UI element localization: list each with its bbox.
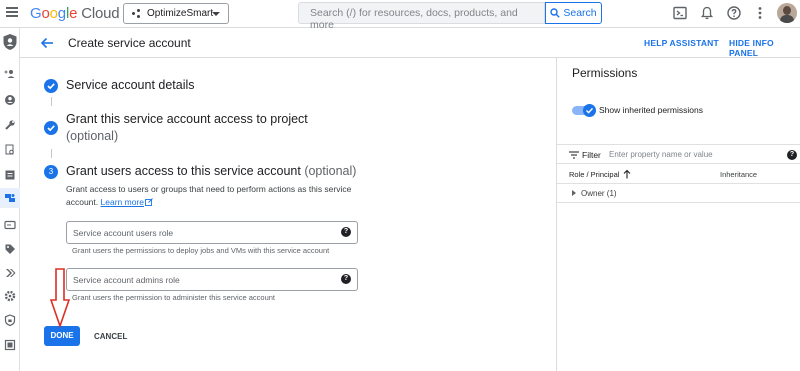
search-button-label: Search <box>563 7 597 19</box>
sidebar-item-service-accounts[interactable] <box>0 188 20 208</box>
users-role-field[interactable]: Service account users role ? <box>66 221 358 244</box>
help-icon[interactable] <box>726 5 742 21</box>
step2-check-icon <box>44 121 58 135</box>
google-cloud-logo[interactable]: Google Cloud <box>30 5 120 22</box>
column-role-principal[interactable]: Role / Principal <box>569 170 619 179</box>
step-connector <box>51 97 52 106</box>
column-inheritance: Inheritance <box>720 170 758 179</box>
filter-input[interactable]: Enter property name or value <box>609 150 713 159</box>
users-role-hint: Grant users the permissions to deploy jo… <box>72 246 330 255</box>
notifications-icon[interactable] <box>699 5 715 21</box>
avatar[interactable] <box>777 3 797 23</box>
cancel-button[interactable]: CANCEL <box>94 332 127 341</box>
table-row[interactable]: Owner (1) <box>557 185 800 203</box>
annotation-arrow-icon <box>50 268 70 328</box>
cloud-shell-icon[interactable] <box>672 5 688 21</box>
menu-icon[interactable] <box>6 7 18 19</box>
shield-icon[interactable] <box>2 33 18 51</box>
page-header: Create service account HELP ASSISTANT HI… <box>20 28 800 58</box>
tag-icon[interactable] <box>4 243 16 255</box>
step3-title: Grant users access to this service accou… <box>66 164 301 178</box>
arrow-up-icon[interactable] <box>623 169 631 179</box>
filter-bar[interactable]: Filter Enter property name or value ? <box>557 144 800 164</box>
service-account-icon <box>5 194 15 202</box>
chevrons-icon[interactable] <box>4 267 16 279</box>
step3-description: Grant access to users or groups that nee… <box>66 183 356 209</box>
open-in-new-icon <box>145 198 153 206</box>
help-icon[interactable]: ? <box>341 227 351 237</box>
search-input[interactable]: Search (/) for resources, docs, products… <box>298 2 545 31</box>
step3-number: 3 <box>44 165 58 179</box>
search-button[interactable]: Search <box>545 2 602 24</box>
arrow-back-icon[interactable] <box>40 37 54 49</box>
help-icon[interactable]: ? <box>787 150 797 160</box>
step3-heading: Grant users access to this service accou… <box>66 164 356 178</box>
account-circle-icon[interactable] <box>4 94 16 106</box>
chevron-down-icon <box>212 12 220 16</box>
gear-icon[interactable] <box>4 290 16 302</box>
admins-role-field[interactable]: Service account admins role ? <box>66 268 358 291</box>
panel-title: Permissions <box>572 66 638 80</box>
caret-right-icon[interactable] <box>572 190 576 196</box>
learn-more-link[interactable]: Learn more <box>101 197 153 207</box>
person-add-icon[interactable] <box>4 68 16 80</box>
more-vert-icon[interactable] <box>752 5 768 21</box>
table-header: Role / Principal Inheritance <box>557 166 800 184</box>
page-title: Create service account <box>68 36 191 50</box>
top-bar: Google Cloud OptimizeSmart Search (/) fo… <box>0 0 800 31</box>
project-name: OptimizeSmart <box>147 8 214 19</box>
admins-role-hint: Grant users the permission to administer… <box>72 293 276 302</box>
wrench-icon[interactable] <box>4 119 16 131</box>
learn-more-label: Learn more <box>100 197 144 207</box>
step1-title[interactable]: Service account details <box>66 78 195 92</box>
step3-optional: (optional) <box>304 164 357 178</box>
lock-shield-icon[interactable] <box>4 314 16 326</box>
users-role-placeholder: Service account users role <box>73 228 174 238</box>
filter-icon <box>569 151 579 159</box>
filter-label: Filter <box>582 150 601 160</box>
card-icon[interactable] <box>4 219 16 231</box>
project-dots-icon <box>132 8 142 19</box>
list-icon[interactable] <box>4 169 16 181</box>
inherited-permissions-toggle[interactable] <box>572 104 596 117</box>
help-assistant-button[interactable]: HELP ASSISTANT <box>644 38 719 48</box>
hide-info-panel-button[interactable]: HIDE INFO PANEL <box>729 38 800 58</box>
permissions-panel: Permissions Show inherited permissions F… <box>556 58 800 371</box>
document-search-icon[interactable] <box>4 144 16 156</box>
owner-row-label: Owner (1) <box>581 189 617 198</box>
step2-title[interactable]: Grant this service account access to pro… <box>66 112 308 126</box>
step1-check-icon <box>44 79 58 93</box>
left-rail <box>0 28 20 371</box>
step-connector <box>51 149 52 158</box>
search-icon <box>550 8 561 18</box>
project-picker[interactable]: OptimizeSmart <box>123 3 229 24</box>
toggle-label: Show inherited permissions <box>599 105 703 115</box>
grid-icon[interactable] <box>4 339 16 351</box>
step2-optional: (optional) <box>66 129 119 143</box>
admins-role-placeholder: Service account admins role <box>73 275 180 285</box>
help-icon[interactable]: ? <box>341 274 351 284</box>
check-icon <box>586 107 594 114</box>
done-button[interactable]: DONE <box>44 326 80 346</box>
